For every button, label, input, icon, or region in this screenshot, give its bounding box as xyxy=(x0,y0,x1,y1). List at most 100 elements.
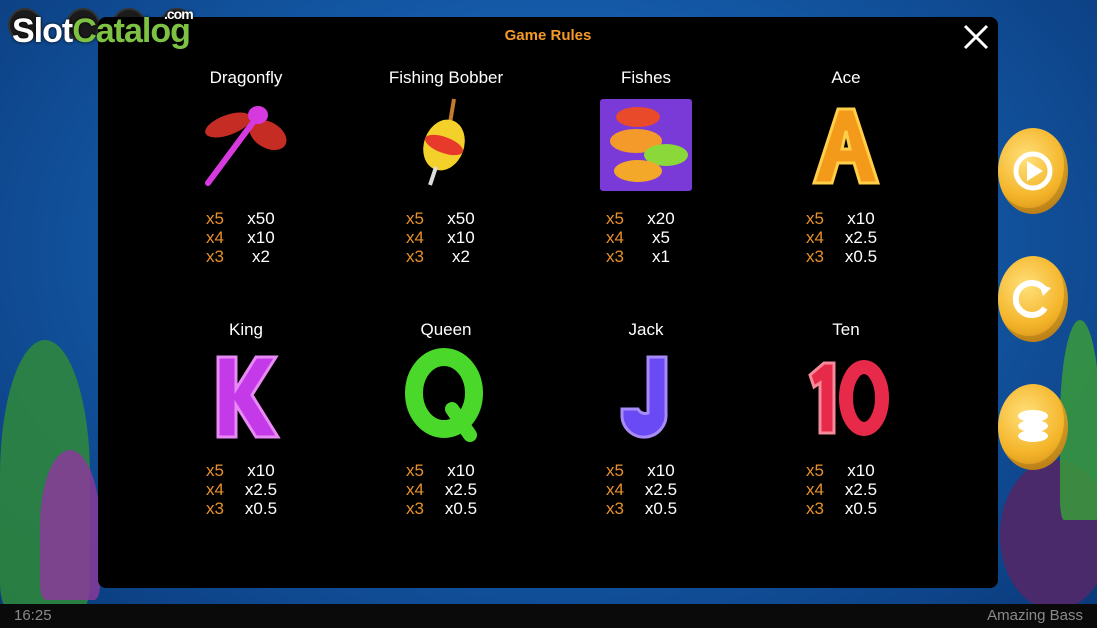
pay-count: x3 xyxy=(806,499,824,518)
pay-multiplier: x2 xyxy=(452,247,470,266)
queen-icon xyxy=(405,348,483,442)
symbol-name: Queen xyxy=(420,320,472,339)
pay-count: x5 xyxy=(806,461,824,480)
pay-row: x3 x0.5 xyxy=(746,499,946,518)
ace-icon xyxy=(811,107,881,185)
pay-row: x4 x2.5 xyxy=(546,480,746,499)
paytable: x5 x10 x4 x2.5 x3 x0.5 xyxy=(746,461,946,518)
pay-row: x5 x50 xyxy=(146,209,346,228)
pay-multiplier: x10 xyxy=(847,461,875,480)
symbol-cell-dragonfly: Dragonfly x5 x50 x4 x10 x3 x2 xyxy=(146,67,346,266)
pay-row: x5 x10 xyxy=(546,461,746,480)
pay-row: x3 x0.5 xyxy=(346,499,546,518)
spin-icon xyxy=(1013,280,1051,318)
pay-multiplier: x1 xyxy=(652,247,670,266)
symbol-cell-fishes: Fishes x5 x20 x4 x5 x3 x1 xyxy=(546,67,746,266)
game-rules-modal: Game Rules Dragonfly x5 x50 x4 x10 x3 x2 Fi… xyxy=(98,17,998,588)
modal-title: Game Rules xyxy=(504,27,592,44)
symbol-cell-ten: Ten x5 x10 x4 x2.5 x3 x0.5 xyxy=(746,319,946,518)
pay-multiplier: x50 xyxy=(447,209,475,228)
pay-row: x5 x10 xyxy=(746,461,946,480)
pay-count: x4 xyxy=(206,228,224,247)
pay-multiplier: x0.5 xyxy=(444,499,478,518)
pay-row: x5 x10 xyxy=(346,461,546,480)
pay-row: x4 x2.5 xyxy=(146,480,346,499)
symbol-cell-fishing-bobber: Fishing Bobber x5 x50 x4 x10 x3 x2 xyxy=(346,67,546,266)
pay-multiplier: x20 xyxy=(647,209,675,228)
pay-count: x3 xyxy=(606,247,624,266)
bet-button[interactable] xyxy=(998,384,1068,470)
pay-row: x5 x50 xyxy=(346,209,546,228)
symbol-name: Fishing Bobber xyxy=(388,68,504,87)
symbol-name: King xyxy=(228,320,264,339)
pay-row: x5 x10 xyxy=(746,209,946,228)
symbol-cell-ace: Ace x5 x10 x4 x2.5 x3 x0.5 xyxy=(746,67,946,266)
pay-count: x4 xyxy=(606,480,624,499)
pay-count: x3 xyxy=(806,247,824,266)
pay-count: x4 xyxy=(206,480,224,499)
pay-multiplier: x2.5 xyxy=(444,480,478,499)
symbol-name: Ten xyxy=(832,320,860,339)
pay-multiplier: x10 xyxy=(447,461,475,480)
pay-multiplier: x0.5 xyxy=(644,499,678,518)
pay-multiplier: x2.5 xyxy=(644,480,678,499)
pay-row: x3 x1 xyxy=(546,247,746,266)
autoplay-button[interactable] xyxy=(998,128,1068,214)
clock-time: 16:25 xyxy=(14,607,52,624)
pay-multiplier: x10 xyxy=(247,228,275,247)
jack-icon xyxy=(620,355,668,439)
pay-count: x3 xyxy=(406,499,424,518)
symbol-cell-queen: Queen x5 x10 x4 x2.5 x3 x0.5 xyxy=(346,319,546,518)
pay-count: x5 xyxy=(606,461,624,480)
coral-decoration xyxy=(40,450,100,600)
pay-multiplier: x2.5 xyxy=(844,228,878,247)
pay-count: x3 xyxy=(206,499,224,518)
pay-row: x3 x0.5 xyxy=(546,499,746,518)
paytable: x5 x10 x4 x2.5 x3 x0.5 xyxy=(546,461,746,518)
pay-count: x5 xyxy=(406,461,424,480)
pay-multiplier: x2.5 xyxy=(844,480,878,499)
paytable: x5 x20 x4 x5 x3 x1 xyxy=(546,209,746,266)
paytable: x5 x50 x4 x10 x3 x2 xyxy=(146,209,346,266)
pay-multiplier: x5 xyxy=(652,228,670,247)
symbol-name: Ace xyxy=(831,68,861,87)
pay-multiplier: x50 xyxy=(247,209,275,228)
pay-multiplier: x10 xyxy=(247,461,275,480)
pay-count: x3 xyxy=(206,247,224,266)
pay-multiplier: x0.5 xyxy=(844,247,878,266)
close-icon[interactable] xyxy=(960,21,992,53)
pay-multiplier: x10 xyxy=(647,461,675,480)
dragonfly-icon xyxy=(205,106,287,186)
pay-row: x4 x2.5 xyxy=(346,480,546,499)
pay-multiplier: x2.5 xyxy=(244,480,278,499)
pay-multiplier: x0.5 xyxy=(844,499,878,518)
pay-row: x4 x10 xyxy=(346,228,546,247)
pay-multiplier: x10 xyxy=(447,228,475,247)
spin-button[interactable] xyxy=(998,256,1068,342)
paytable: x5 x10 x4 x2.5 x3 x0.5 xyxy=(746,209,946,266)
ten-icon xyxy=(808,360,889,436)
pay-count: x4 xyxy=(806,228,824,247)
symbol-name: Fishes xyxy=(620,68,672,87)
pay-row: x5 x10 xyxy=(146,461,346,480)
pay-row: x5 x20 xyxy=(546,209,746,228)
pay-count: x4 xyxy=(606,228,624,247)
game-name: Amazing Bass xyxy=(987,607,1083,624)
pay-row: x3 x2 xyxy=(346,247,546,266)
pay-row: x4 x2.5 xyxy=(746,228,946,247)
pay-count: x5 xyxy=(206,209,224,228)
pay-count: x5 xyxy=(206,461,224,480)
pay-count: x5 xyxy=(806,209,824,228)
pay-row: x3 x2 xyxy=(146,247,346,266)
pay-row: x3 x0.5 xyxy=(746,247,946,266)
pay-count: x4 xyxy=(806,480,824,499)
king-icon xyxy=(216,355,281,439)
pay-count: x3 xyxy=(406,247,424,266)
pay-row: x3 x0.5 xyxy=(146,499,346,518)
symbol-name: Dragonfly xyxy=(209,68,283,87)
pay-multiplier: x0.5 xyxy=(244,499,278,518)
status-bar: 16:25 Amazing Bass xyxy=(0,604,1097,628)
paytable: x5 x10 x4 x2.5 x3 x0.5 xyxy=(346,461,546,518)
pay-count: x5 xyxy=(406,209,424,228)
fishes-icon xyxy=(600,99,692,191)
